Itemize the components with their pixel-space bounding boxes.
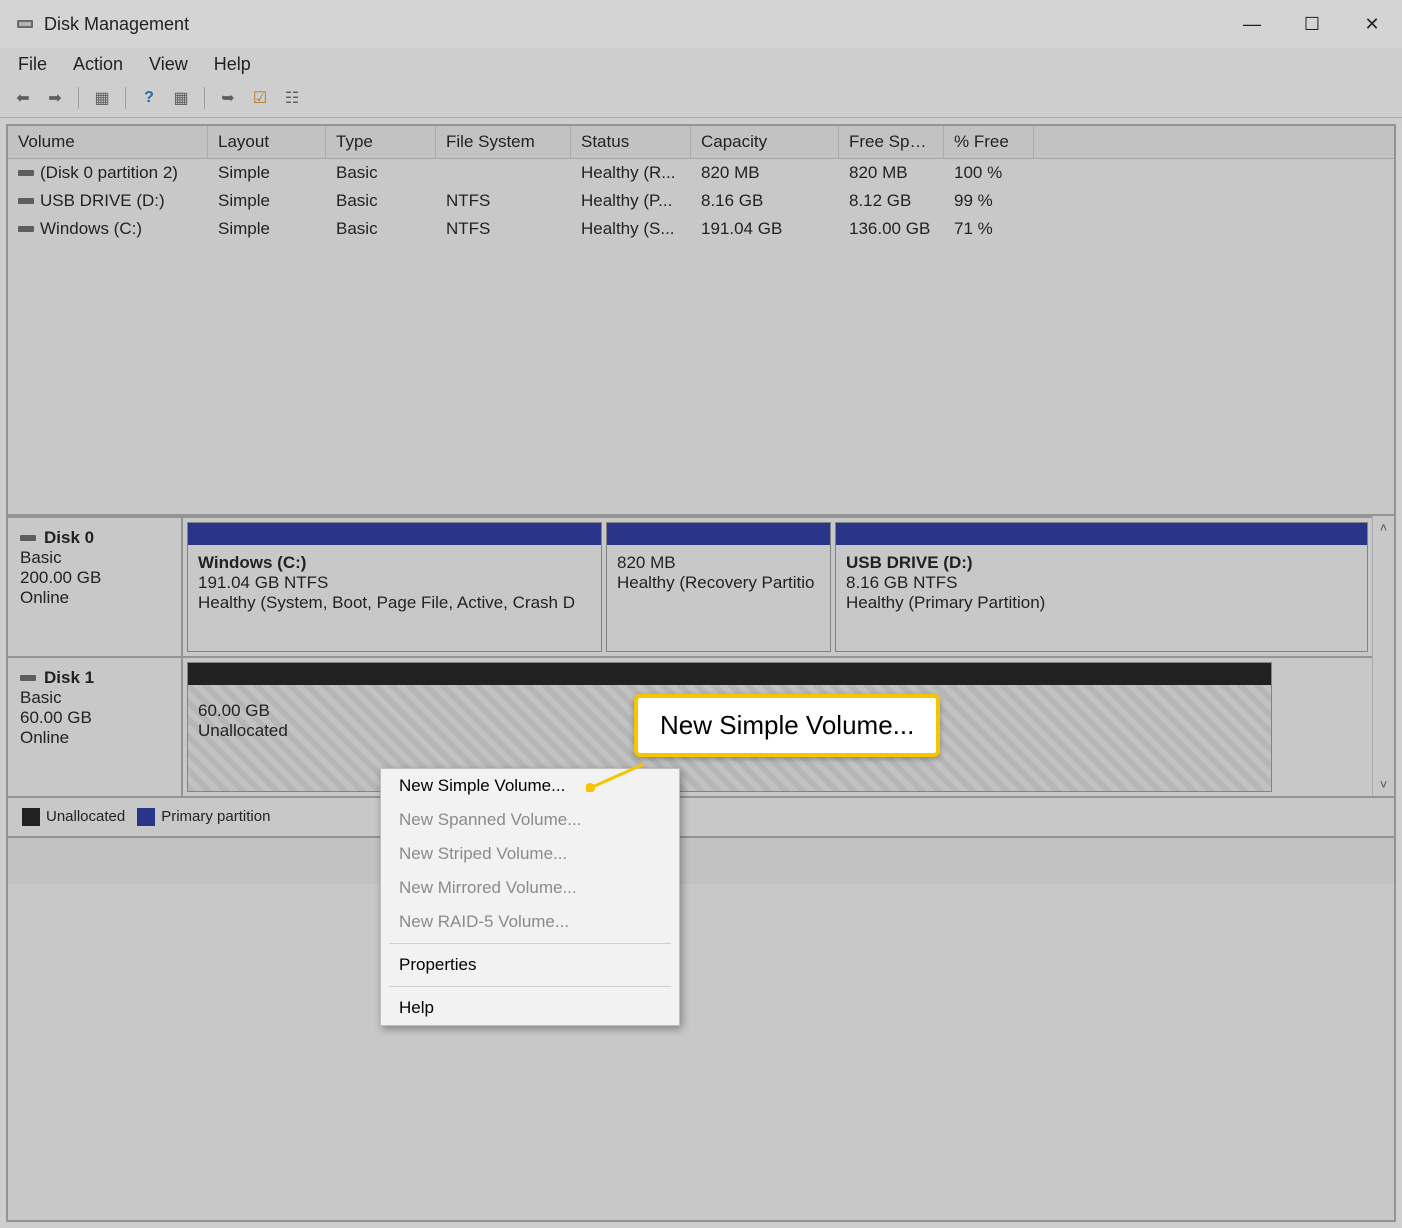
disk-icon [20, 675, 36, 681]
settings-icon[interactable]: ☷ [279, 87, 305, 109]
disk-info[interactable]: Disk 1 Basic 60.00 GB Online [8, 658, 183, 796]
close-button[interactable]: ✕ [1342, 0, 1402, 48]
col-layout[interactable]: Layout [208, 126, 326, 158]
volume-table-header[interactable]: Volume Layout Type File System Status Ca… [8, 126, 1394, 159]
partition-recovery[interactable]: 820 MB Healthy (Recovery Partitio [606, 522, 831, 652]
table-row[interactable]: Windows (C:) Simple Basic NTFS Healthy (… [8, 215, 1394, 243]
callout-label: New Simple Volume... [634, 694, 940, 757]
menu-new-striped-volume: New Striped Volume... [381, 837, 679, 871]
disk-icon [20, 535, 36, 541]
help-icon[interactable]: ? [136, 87, 162, 109]
window-root: Disk Management — ☐ ✕ File Action View H… [0, 0, 1402, 1228]
primary-partition-stripe [607, 523, 830, 545]
menu-properties[interactable]: Properties [381, 948, 679, 982]
col-status[interactable]: Status [571, 126, 691, 158]
legend: Unallocated Primary partition [8, 796, 1394, 836]
menu-new-simple-volume[interactable]: New Simple Volume... [381, 769, 679, 803]
scroll-down-icon[interactable]: ˅ [1380, 777, 1388, 792]
scrollbar[interactable]: ˄ ˅ [1372, 516, 1394, 796]
app-icon [16, 15, 34, 33]
primary-partition-stripe [188, 523, 601, 545]
status-strip [8, 836, 1394, 884]
legend-unallocated-swatch [22, 808, 40, 826]
disk-icon [18, 198, 34, 204]
menu-new-mirrored-volume: New Mirrored Volume... [381, 871, 679, 905]
show-hide-console-tree-icon[interactable]: ▦ [89, 87, 115, 109]
show-hide-action-pane-icon[interactable]: ▦ [168, 87, 194, 109]
col-pctfree[interactable]: % Free [944, 126, 1034, 158]
partition-windows-c[interactable]: Windows (C:) 191.04 GB NTFS Healthy (Sys… [187, 522, 602, 652]
disk-icon [18, 170, 34, 176]
col-freespace[interactable]: Free Spa... [839, 126, 944, 158]
volume-table: Volume Layout Type File System Status Ca… [8, 126, 1394, 516]
menu-file[interactable]: File [18, 54, 47, 75]
rescan-disks-icon[interactable]: ☑ [247, 87, 273, 109]
menu-new-raid5-volume: New RAID-5 Volume... [381, 905, 679, 939]
forward-icon[interactable]: ➡ [42, 87, 68, 109]
partition-usb-drive-d[interactable]: USB DRIVE (D:) 8.16 GB NTFS Healthy (Pri… [835, 522, 1368, 652]
primary-partition-stripe [836, 523, 1367, 545]
context-menu: New Simple Volume... New Spanned Volume.… [380, 768, 680, 1026]
window-title: Disk Management [44, 14, 189, 35]
unallocated-stripe [188, 663, 1271, 685]
maximize-button[interactable]: ☐ [1282, 0, 1342, 48]
back-icon[interactable]: ⬅ [10, 87, 36, 109]
menu-help[interactable]: Help [381, 991, 679, 1025]
refresh-icon[interactable]: ➥ [215, 87, 241, 109]
menu-new-spanned-volume: New Spanned Volume... [381, 803, 679, 837]
menubar: File Action View Help [0, 48, 1402, 83]
menu-action[interactable]: Action [73, 54, 123, 75]
disk-icon [18, 226, 34, 232]
content-area: Volume Layout Type File System Status Ca… [6, 124, 1396, 1222]
col-type[interactable]: Type [326, 126, 436, 158]
minimize-button[interactable]: — [1222, 0, 1282, 48]
table-row[interactable]: USB DRIVE (D:) Simple Basic NTFS Healthy… [8, 187, 1394, 215]
scroll-up-icon[interactable]: ˄ [1380, 520, 1388, 535]
legend-primary-swatch [137, 808, 155, 826]
col-capacity[interactable]: Capacity [691, 126, 839, 158]
toolbar: ⬅ ➡ ▦ ? ▦ ➥ ☑ ☷ [0, 83, 1402, 118]
disk-row: Disk 0 Basic 200.00 GB Online Windows (C… [8, 516, 1372, 656]
menu-help[interactable]: Help [214, 54, 251, 75]
table-row[interactable]: (Disk 0 partition 2) Simple Basic Health… [8, 159, 1394, 187]
titlebar[interactable]: Disk Management — ☐ ✕ [0, 0, 1402, 48]
menu-view[interactable]: View [149, 54, 188, 75]
col-volume[interactable]: Volume [8, 126, 208, 158]
disk-info[interactable]: Disk 0 Basic 200.00 GB Online [8, 518, 183, 656]
col-filesystem[interactable]: File System [436, 126, 571, 158]
